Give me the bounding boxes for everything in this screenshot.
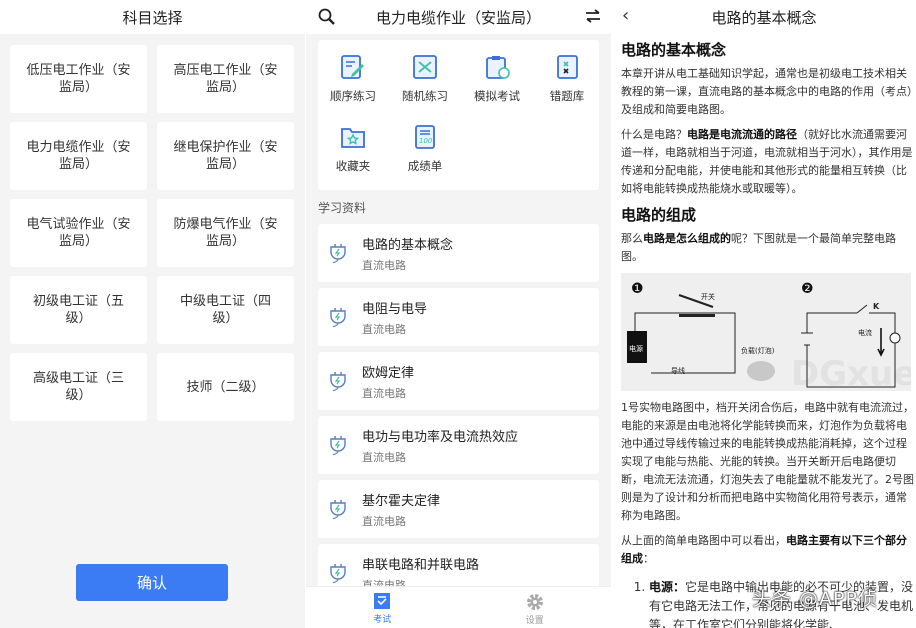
page-title: 科目选择 <box>122 7 182 28</box>
section-title: 学习资料 <box>318 199 366 216</box>
material-subtitle: 直流电路 <box>362 513 406 529</box>
material-subtitle: 直流电路 <box>362 385 406 401</box>
section-heading: 电路的组成 <box>621 205 914 225</box>
subject-card[interactable]: 低压电工作业（安监局） <box>10 45 147 113</box>
switch-icon[interactable] <box>585 8 601 28</box>
material-item[interactable]: 电功与电功率及电流热效应直流电路 <box>318 416 599 474</box>
gear-icon <box>526 593 544 611</box>
material-subtitle: 直流电路 <box>362 321 406 337</box>
subject-card[interactable]: 继电保护作业（安监局） <box>157 122 294 190</box>
subject-grid: 低压电工作业（安监局） 高压电工作业（安监局） 电力电缆作业（安监局） 继电保护… <box>10 45 294 421</box>
score-sheet-icon: 100 <box>412 124 438 150</box>
material-item[interactable]: 欧姆定律直流电路 <box>318 352 599 410</box>
star-folder-icon <box>340 124 366 150</box>
material-title: 电路的基本概念 <box>362 234 453 253</box>
paragraph: 1号实物电路图中，档开关闭合伤后，电路中就有电流流过，电能的来源是由电池将化学能… <box>621 399 914 525</box>
svg-text:负载(灯泡): 负载(灯泡) <box>741 346 775 355</box>
bottom-nav: 考试 设置 <box>306 586 611 628</box>
subject-card[interactable]: 防爆电气作业（安监局） <box>157 199 294 267</box>
confirm-button[interactable]: 确认 <box>76 564 228 601</box>
clipboard-clock-icon <box>484 54 510 80</box>
material-item[interactable]: 基尔霍夫定律直流电路 <box>318 480 599 538</box>
svg-text:DGxue.com: DGxue.com <box>791 354 911 391</box>
material-title: 电功与电功率及电流热效应 <box>362 426 518 445</box>
tools-card: 顺序练习 随机练习 模拟考试 错题库 收藏夹 100成绩单 <box>318 40 599 190</box>
subject-card[interactable]: 中级电工证（四级） <box>157 276 294 344</box>
svg-text:电流: 电流 <box>858 328 872 337</box>
subject-card[interactable]: 电气试验作业（安监局） <box>10 199 147 267</box>
page-title: 电路的基本概念 <box>711 7 816 28</box>
material-item[interactable]: 电路的基本概念直流电路 <box>318 224 599 282</box>
svg-text:❶: ❶ <box>631 281 644 297</box>
article-body: 电路的基本概念 本章开讲从电工基础知识学起，通常也是初级电工技术相关教程的第一课… <box>621 34 914 628</box>
material-item[interactable]: 电阻与电导直流电路 <box>318 288 599 346</box>
svg-text:开关: 开关 <box>701 292 715 301</box>
subject-card[interactable]: 初级电工证（五级） <box>10 276 147 344</box>
svg-text:K: K <box>873 302 880 311</box>
home-panel: 电力电缆作业（安监局） 顺序练习 随机练习 模拟考试 错题库 收藏夹 100成绩… <box>306 0 611 628</box>
svg-text:电源: 电源 <box>629 344 643 353</box>
tool-sequential-practice[interactable]: 顺序练习 <box>318 54 388 104</box>
material-subtitle: 直流电路 <box>362 257 406 273</box>
article-panel: ‹ 电路的基本概念 电路的基本概念 本章开讲从电工基础知识学起，通常也是初级电工… <box>612 0 916 628</box>
material-title: 欧姆定律 <box>362 362 414 381</box>
subject-card[interactable]: 高级电工证（三级） <box>10 353 147 421</box>
tool-mock-exam[interactable]: 模拟考试 <box>462 54 532 104</box>
subject-header: 科目选择 <box>0 0 305 34</box>
paragraph: 从上面的简单电路图中可以看出，电路主要有以下三个部分组成： <box>621 532 914 568</box>
plug-icon <box>328 306 348 332</box>
paragraph: 本章开讲从电工基础知识学起，通常也是初级电工技术相关教程的第一课，直流电路的基本… <box>621 65 914 119</box>
plug-icon <box>328 434 348 460</box>
circuit-diagram: DGxue.com ❶ ❷ 电源 开关 负载(灯泡) 导线 K 电流 <box>621 273 911 391</box>
plug-icon <box>328 370 348 396</box>
tool-score-sheet[interactable]: 100成绩单 <box>390 124 460 174</box>
paragraph: 那么电路是怎么组成的呢？下图就是一个最简单完整电路图。 <box>621 230 914 266</box>
plug-icon <box>328 498 348 524</box>
tool-wrong-book[interactable]: 错题库 <box>532 54 602 104</box>
wrong-book-icon <box>554 54 580 80</box>
shuffle-icon <box>412 54 438 80</box>
subject-card[interactable]: 电力电缆作业（安监局） <box>10 122 147 190</box>
nav-exam[interactable]: 考试 <box>306 587 459 628</box>
material-title: 串联电路和并联电路 <box>362 554 479 573</box>
search-icon[interactable] <box>318 8 336 31</box>
plug-icon <box>328 562 348 588</box>
article-header: ‹ 电路的基本概念 <box>612 0 916 34</box>
svg-text:导线: 导线 <box>671 366 685 375</box>
svg-text:100: 100 <box>419 137 433 145</box>
material-subtitle: 直流电路 <box>362 449 406 465</box>
subject-card[interactable]: 技师（二级） <box>157 353 294 421</box>
back-arrow-icon[interactable]: ‹ <box>622 5 629 26</box>
exam-check-icon <box>374 593 390 609</box>
watermark: 头条 @APP侦 <box>752 584 878 611</box>
subject-card[interactable]: 高压电工作业（安监局） <box>157 45 294 113</box>
page-title: 电力电缆作业（安监局） <box>376 7 541 28</box>
subject-select-panel: 科目选择 低压电工作业（安监局） 高压电工作业（安监局） 电力电缆作业（安监局）… <box>0 0 305 628</box>
svg-text:❷: ❷ <box>801 281 814 297</box>
paragraph: 什么是电路？电路是电流流通的路径（就好比水流通需要河道一样，电路就相当于河道，电… <box>621 126 914 198</box>
home-header: 电力电缆作业（安监局） <box>306 0 611 34</box>
tool-favorites[interactable]: 收藏夹 <box>318 124 388 174</box>
nav-settings[interactable]: 设置 <box>459 587 612 628</box>
edit-doc-icon <box>340 54 366 80</box>
article-heading: 电路的基本概念 <box>621 40 914 60</box>
material-title: 电阻与电导 <box>362 298 427 317</box>
material-title: 基尔霍夫定律 <box>362 490 440 509</box>
plug-icon <box>328 242 348 268</box>
tool-random-practice[interactable]: 随机练习 <box>390 54 460 104</box>
